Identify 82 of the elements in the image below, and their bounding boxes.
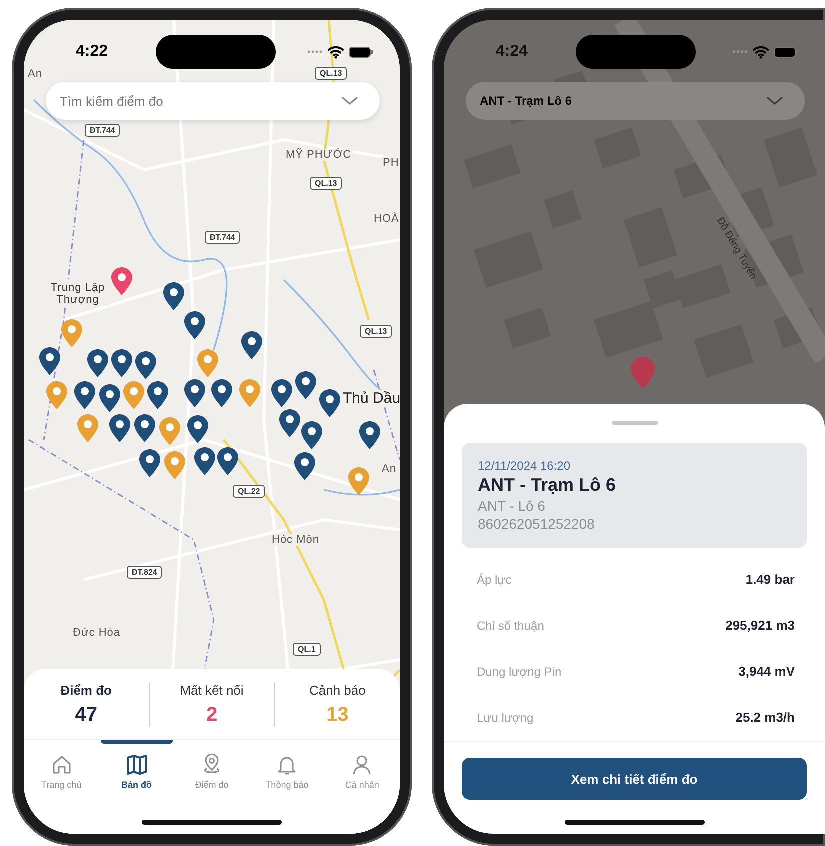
road-sign: QL.13 bbox=[360, 325, 392, 338]
tab[interactable]: Thông báo bbox=[250, 740, 325, 800]
map-pin-icon[interactable] bbox=[147, 381, 169, 410]
reading-label: Chỉ số thuận bbox=[477, 618, 544, 632]
map-pin-icon[interactable] bbox=[184, 311, 206, 340]
map-pin-icon[interactable] bbox=[184, 379, 206, 408]
map-pin-icon[interactable] bbox=[241, 331, 263, 360]
place-label: HOÀ bbox=[373, 213, 400, 225]
map-pin-icon[interactable] bbox=[211, 379, 233, 408]
map-pin-icon[interactable] bbox=[359, 421, 381, 450]
place-label: Thủ Dầu bbox=[342, 390, 400, 407]
map-pin-icon[interactable] bbox=[194, 447, 216, 476]
station-select[interactable]: ANT - Trạm Lô 6 bbox=[466, 82, 805, 120]
reading-value: 1.49 bar bbox=[746, 572, 795, 587]
home-icon bbox=[50, 754, 73, 776]
stat-value: 2 bbox=[206, 704, 218, 727]
map-pin-icon[interactable] bbox=[139, 449, 161, 478]
tab[interactable]: Điểm đo bbox=[174, 740, 250, 800]
place-label: Hóc Môn bbox=[271, 534, 321, 546]
place-label: An bbox=[27, 68, 44, 80]
road-sign: ĐT.824 bbox=[127, 566, 162, 579]
tab[interactable]: Trang chủ bbox=[24, 740, 100, 800]
road-sign: QL.13 bbox=[315, 67, 348, 80]
map-pin-icon[interactable] bbox=[301, 421, 323, 450]
wifi-icon bbox=[753, 45, 769, 59]
map-pin-icon[interactable] bbox=[111, 349, 133, 378]
map-pin-icon[interactable] bbox=[135, 351, 157, 380]
map-pin-icon[interactable] bbox=[99, 384, 121, 413]
drag-handle[interactable] bbox=[612, 421, 658, 425]
station-subtitle: ANT - Lô 6 bbox=[478, 498, 546, 514]
stat-label: Cảnh báo bbox=[309, 683, 366, 698]
signal-icon bbox=[307, 49, 323, 55]
search-field[interactable]: Tìm kiếm điểm đo bbox=[46, 82, 380, 120]
place-label: PH bbox=[382, 157, 400, 169]
map-pin-icon[interactable] bbox=[279, 409, 301, 438]
person-icon bbox=[351, 754, 374, 776]
place-label: MỸ PHƯỚC bbox=[285, 149, 353, 161]
chevron-down-icon[interactable] bbox=[342, 97, 358, 106]
map-pin-icon[interactable] bbox=[187, 415, 209, 444]
road-sign: ĐT.744 bbox=[85, 124, 120, 137]
stat-label: Mất kết nối bbox=[180, 683, 244, 698]
reading-value: 25.2 m3/h bbox=[736, 710, 795, 725]
battery-icon bbox=[349, 46, 374, 58]
map-pin-icon[interactable] bbox=[295, 371, 317, 400]
map-pin-icon[interactable] bbox=[163, 282, 185, 311]
tab[interactable]: Cá nhân bbox=[324, 740, 400, 800]
map-pin-icon[interactable] bbox=[217, 447, 239, 476]
status-time: 4:22 bbox=[76, 43, 110, 61]
place-label: Đức Hòa bbox=[72, 627, 122, 639]
reading-label: Áp lực bbox=[477, 572, 512, 586]
reading-label: Lưu lượng bbox=[477, 710, 534, 724]
road-sign: QL.13 bbox=[310, 177, 342, 190]
road-sign: QL.22 bbox=[233, 485, 266, 498]
map-pin-icon[interactable] bbox=[39, 347, 61, 376]
battery-icon bbox=[774, 46, 799, 58]
map-pin-icon[interactable] bbox=[111, 267, 133, 296]
map-pin-icon[interactable] bbox=[134, 414, 156, 443]
map-icon bbox=[126, 754, 148, 776]
map-pin-icon[interactable] bbox=[294, 452, 316, 481]
chevron-down-icon[interactable] bbox=[767, 96, 783, 106]
reading-label: Dung lượng Pin bbox=[477, 664, 562, 678]
place-label: An bbox=[381, 463, 398, 475]
status-time: 4:24 bbox=[496, 43, 530, 61]
tab[interactable]: Bản đồ bbox=[99, 740, 174, 800]
reading-value: 295,921 m3 bbox=[726, 618, 795, 633]
detail-button[interactable]: Xem chi tiết điểm đo bbox=[462, 758, 807, 800]
stat-value: 47 bbox=[75, 704, 98, 727]
map-pin-icon[interactable] bbox=[87, 349, 109, 378]
map-pin-icon[interactable] bbox=[109, 414, 131, 443]
map-pin-icon[interactable] bbox=[74, 381, 96, 410]
road-sign: QL.1 bbox=[293, 643, 321, 656]
stat-value: 13 bbox=[326, 704, 349, 727]
road-sign: ĐT.744 bbox=[205, 231, 240, 244]
map-pin-icon[interactable] bbox=[319, 389, 341, 418]
device-id: 860262051252208 bbox=[478, 516, 596, 532]
signal-icon bbox=[732, 49, 748, 55]
timestamp: 12/11/2024 16:20 bbox=[478, 459, 572, 473]
stat-label: Điểm đo bbox=[60, 683, 112, 698]
reading-value: 3,944 mV bbox=[738, 664, 795, 679]
wifi-icon bbox=[328, 45, 344, 59]
station-title: ANT - Trạm Lô 6 bbox=[478, 475, 618, 496]
map-pin-icon[interactable] bbox=[271, 379, 293, 408]
